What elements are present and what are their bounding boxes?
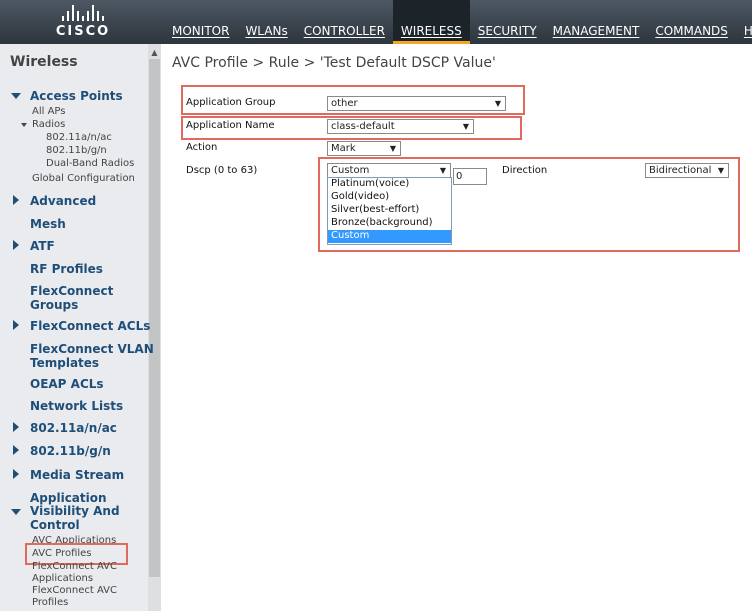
dscp-value: Custom: [331, 165, 370, 176]
dscp-dropdown-list: Platinum(voice) Gold(video) Silver(best-…: [327, 177, 452, 245]
scroll-up-arrow-icon[interactable]: ▲: [148, 48, 161, 58]
sidebar-item-mesh[interactable]: Mesh: [30, 217, 66, 231]
main-nav: MONITOR WLANs CONTROLLER WIRELESS SECURI…: [164, 0, 752, 44]
dscp-option-silver[interactable]: Silver(best-effort): [328, 204, 451, 217]
chevron-down-icon: ▼: [389, 144, 396, 153]
sidebar-item-flexconnect-groups-2[interactable]: Groups: [30, 298, 78, 312]
dscp-value-input[interactable]: 0: [453, 168, 487, 185]
action-value: Mark: [331, 143, 356, 154]
page-title: AVC Profile > Rule > 'Test Default DSCP …: [172, 55, 496, 71]
collapsed-arrow-icon[interactable]: [13, 240, 19, 250]
chevron-down-icon: ▼: [717, 166, 724, 175]
direction-value: Bidirectional: [649, 165, 712, 176]
nav-commands[interactable]: COMMANDS: [647, 0, 736, 44]
dscp-option-platinum[interactable]: Platinum(voice): [328, 178, 451, 191]
sidebar-item-band-a[interactable]: 802.11a/n/ac: [30, 421, 117, 435]
application-name-select[interactable]: class-default ▼: [327, 119, 474, 134]
nav-wireless[interactable]: WIRELESS: [392, 0, 470, 44]
application-group-label: Application Group: [186, 97, 276, 108]
sidebar-item-flexconnect-vlan[interactable]: FlexConnect VLAN: [30, 342, 154, 356]
expanded-arrow-icon[interactable]: [11, 509, 21, 515]
sidebar-item-flexconnect-groups[interactable]: FlexConnect: [30, 284, 113, 298]
sidebar-item-rf-profiles[interactable]: RF Profiles: [30, 262, 103, 276]
cisco-logo-text: CISCO: [55, 24, 111, 39]
sidebar-item-atf[interactable]: ATF: [30, 239, 55, 253]
sidebar-item-radio-b[interactable]: 802.11b/g/n: [46, 145, 107, 156]
dscp-option-bronze[interactable]: Bronze(background): [328, 217, 451, 230]
sidebar-item-dual-band[interactable]: Dual-Band Radios: [46, 158, 134, 169]
sidebar-item-fc-avc-profiles[interactable]: FlexConnect AVC: [32, 585, 117, 596]
sidebar-item-all-aps[interactable]: All APs: [32, 106, 65, 117]
sidebar-item-fc-avc-applications[interactable]: FlexConnect AVC: [32, 561, 117, 572]
direction-select[interactable]: Bidirectional ▼: [645, 163, 729, 178]
sidebar-item-advanced[interactable]: Advanced: [30, 194, 96, 208]
expanded-arrow-icon[interactable]: [11, 93, 21, 99]
nav-help[interactable]: HELP: [736, 0, 752, 44]
chevron-down-icon: ▼: [462, 122, 469, 131]
expanded-arrow-icon[interactable]: [21, 123, 27, 127]
action-label: Action: [186, 142, 218, 153]
sidebar-item-media-stream[interactable]: Media Stream: [30, 468, 124, 482]
sidebar-item-network-lists[interactable]: Network Lists: [30, 399, 123, 413]
dscp-option-custom[interactable]: Custom: [328, 230, 451, 243]
nav-controller[interactable]: CONTROLLER: [296, 0, 393, 44]
cisco-logo-bars-icon: [52, 4, 114, 21]
sidebar-item-radios[interactable]: Radios: [32, 119, 65, 130]
sidebar-item-access-points[interactable]: Access Points: [30, 89, 123, 103]
nav-security[interactable]: SECURITY: [470, 0, 545, 44]
cisco-logo: CISCO: [52, 4, 114, 40]
sidebar-item-flexconnect-acls[interactable]: FlexConnect ACLs: [30, 319, 150, 333]
dscp-option-gold[interactable]: Gold(video): [328, 191, 451, 204]
collapsed-arrow-icon[interactable]: [13, 445, 19, 455]
chevron-down-icon: ▼: [494, 99, 501, 108]
dscp-label: Dscp (0 to 63): [186, 165, 258, 176]
sidebar-item-avc[interactable]: Application: [30, 491, 107, 505]
sidebar-item-global-config[interactable]: Global Configuration: [32, 173, 135, 184]
direction-label: Direction: [502, 165, 548, 176]
collapsed-arrow-icon[interactable]: [13, 422, 19, 432]
sidebar-item-band-b[interactable]: 802.11b/g/n: [30, 444, 111, 458]
nav-monitor[interactable]: MONITOR: [164, 0, 237, 44]
sidebar-item-flexconnect-vlan-2[interactable]: Templates: [30, 356, 99, 370]
nav-management[interactable]: MANAGEMENT: [545, 0, 648, 44]
top-header: CISCO MONITOR WLANs CONTROLLER WIRELESS …: [0, 0, 752, 44]
chevron-down-icon: ▼: [439, 166, 446, 175]
application-group-select[interactable]: other ▼: [327, 96, 506, 111]
sidebar-item-oeap-acls[interactable]: OEAP ACLs: [30, 377, 104, 391]
application-group-value: other: [331, 98, 358, 109]
application-name-value: class-default: [331, 121, 395, 132]
sidebar-item-fc-avc-profiles-2[interactable]: Profiles: [32, 597, 68, 608]
sidebar-item-radio-a[interactable]: 802.11a/n/ac: [46, 132, 112, 143]
dscp-select[interactable]: Custom ▼: [327, 163, 451, 178]
sidebar-scrollbar-thumb[interactable]: [149, 59, 160, 577]
sidebar-item-avc-2[interactable]: Visibility And: [30, 504, 120, 518]
sidebar-item-fc-avc-applications-2[interactable]: Applications: [32, 573, 93, 584]
sidebar-item-avc-3[interactable]: Control: [30, 518, 80, 532]
nav-wlans[interactable]: WLANs: [237, 0, 295, 44]
collapsed-arrow-icon[interactable]: [13, 195, 19, 205]
collapsed-arrow-icon[interactable]: [13, 320, 19, 330]
collapsed-arrow-icon[interactable]: [13, 469, 19, 479]
action-select[interactable]: Mark ▼: [327, 141, 401, 156]
application-name-label: Application Name: [186, 120, 275, 131]
sidebar-title: Wireless: [10, 54, 78, 70]
